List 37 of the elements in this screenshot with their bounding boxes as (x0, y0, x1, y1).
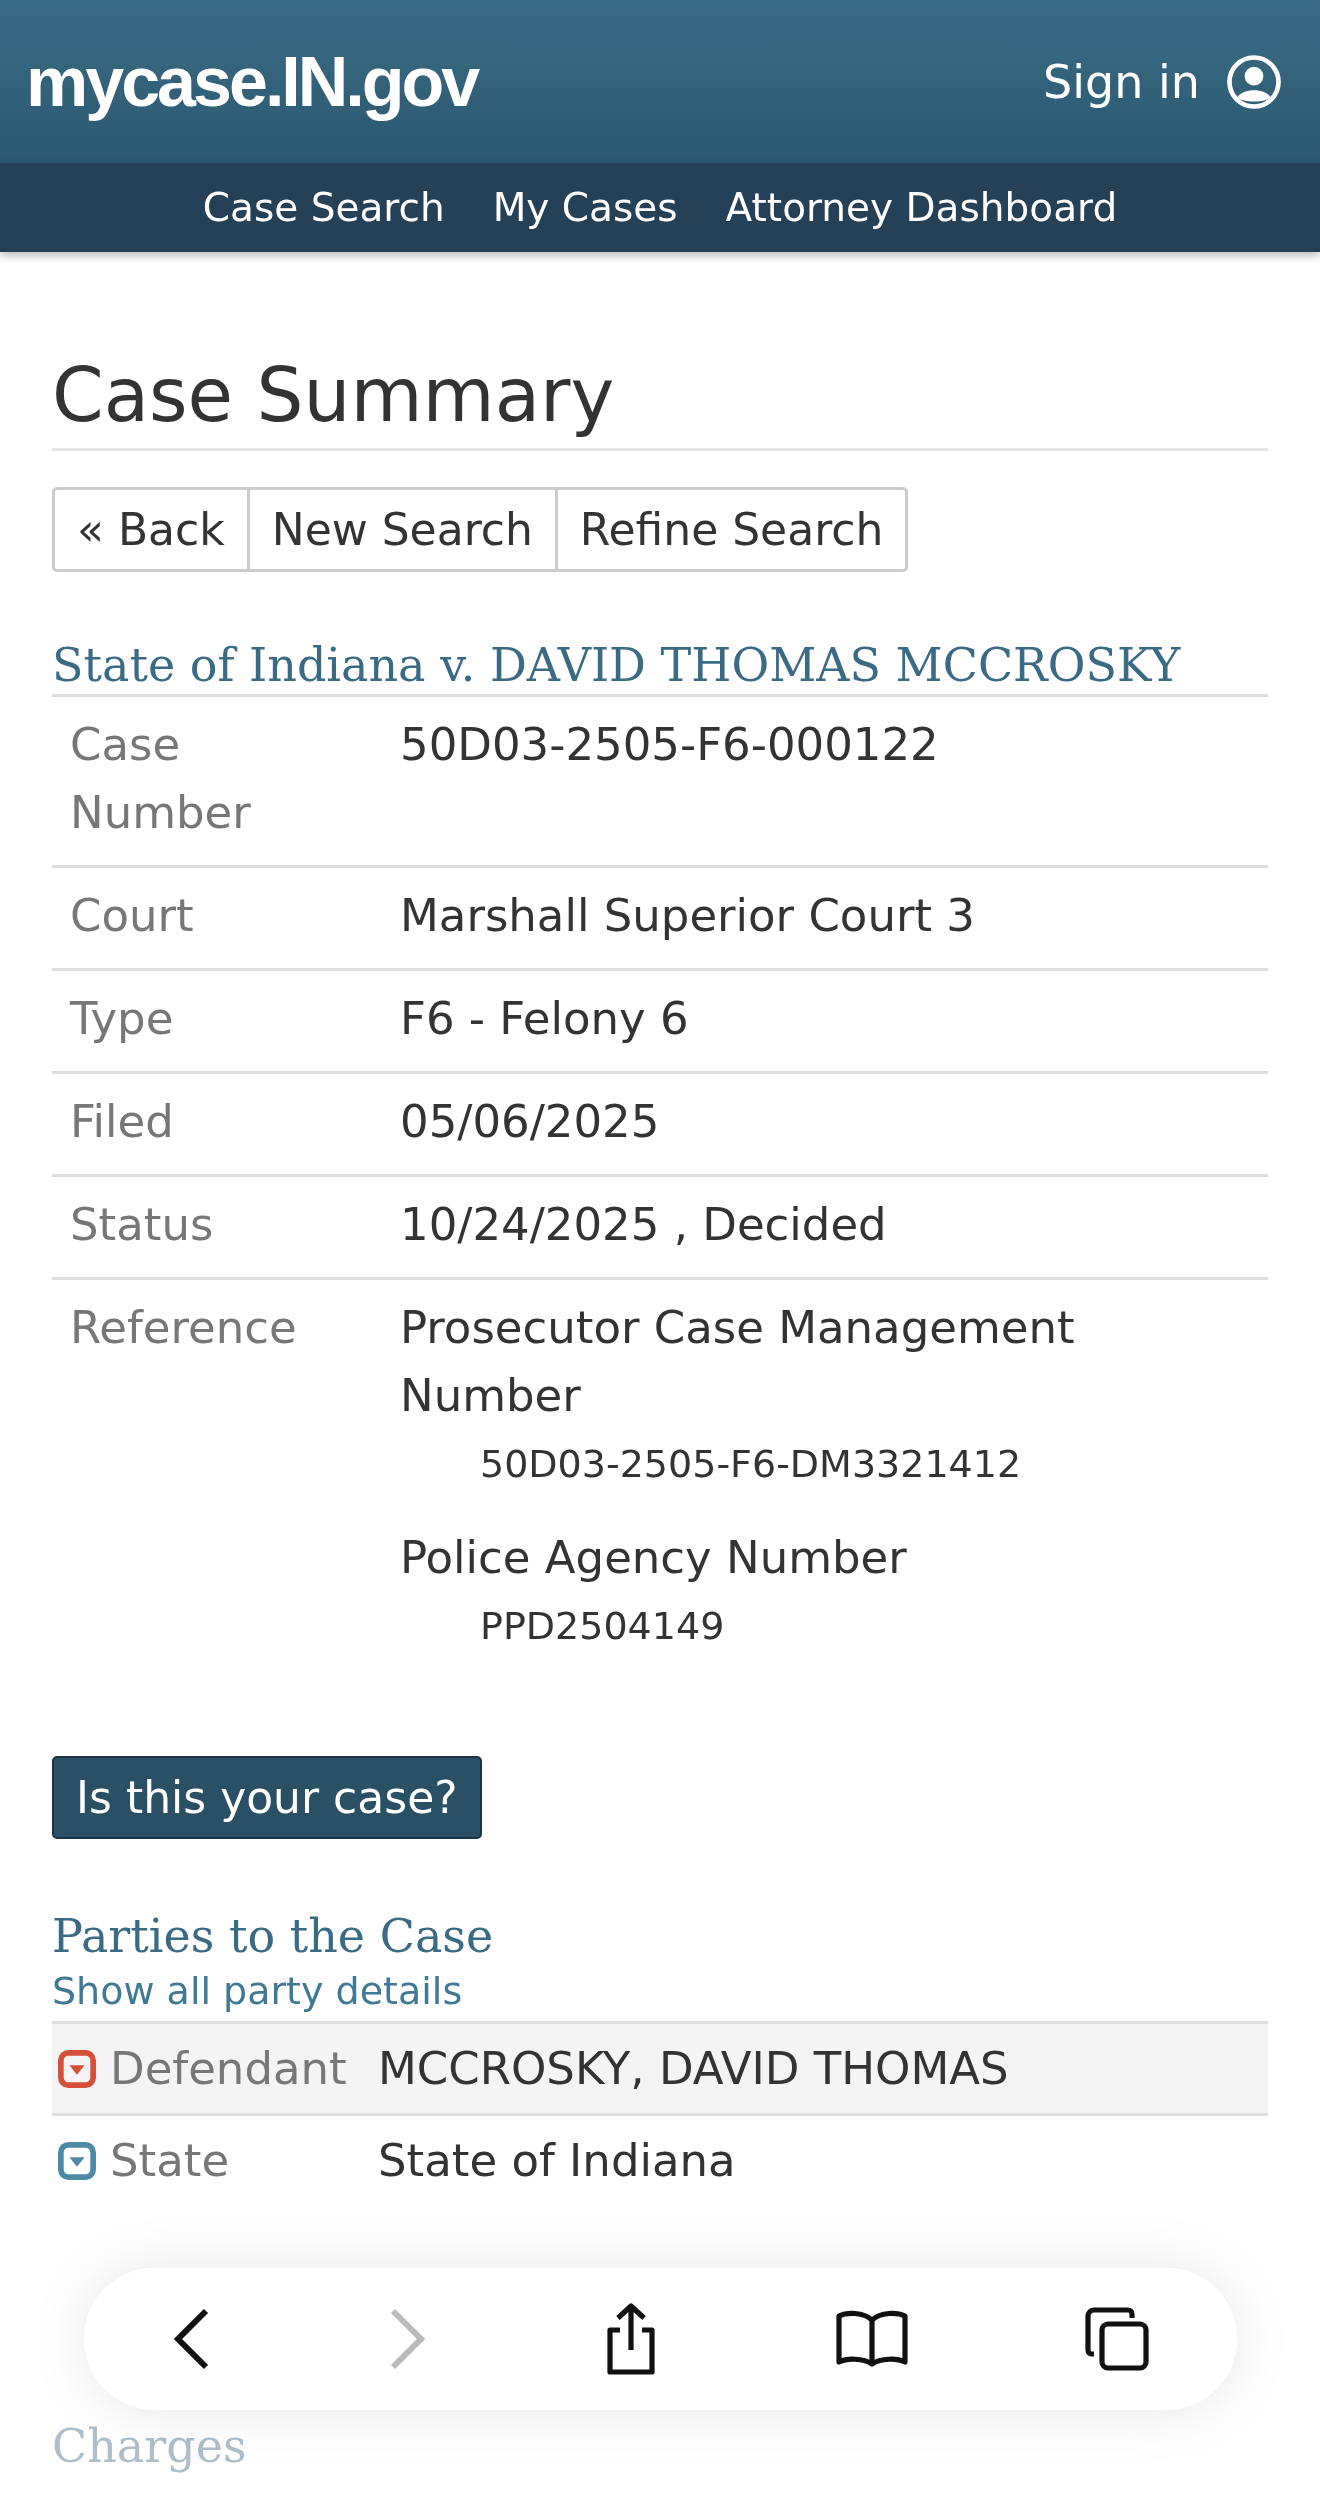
book-icon[interactable] (834, 2310, 909, 2368)
field-label: Filed (70, 1094, 175, 1150)
nav-link[interactable]: Attorney Dashboard (725, 185, 1118, 230)
dropdown-icon[interactable] (58, 2141, 96, 2180)
show-details-link[interactable]: Show all party details (52, 1969, 463, 2013)
nav-button[interactable]: « Back (52, 487, 250, 572)
sign-in-link[interactable]: Sign in (1043, 53, 1282, 110)
site-logo[interactable]: mycase.IN.gov (26, 41, 478, 122)
field-value: F6 - Felony 6 (400, 991, 690, 1047)
party-name: State of Indiana (378, 2134, 737, 2187)
section-heading: Parties to the Case (52, 1909, 495, 1963)
field-label: Court (70, 888, 195, 944)
dropdown-icon[interactable] (58, 2049, 96, 2088)
field-value: 05/06/2025 (400, 1094, 661, 1150)
claim-case-button[interactable]: Is this your case? (52, 1756, 482, 1839)
party-role: Defendant (110, 2042, 347, 2095)
field-value: Marshall Superior Court 3 (400, 888, 976, 944)
nav-link[interactable]: My Cases (492, 185, 678, 230)
field-label: Status (70, 1197, 215, 1253)
party-row[interactable]: Defendant MCCROSKY, DAVID THOMAS (52, 2024, 1268, 2116)
party-role: State (110, 2134, 230, 2187)
field-label: Type (70, 991, 175, 1047)
reference-number: PPD2504149 (479, 1603, 726, 1650)
user-icon (1226, 53, 1282, 110)
tabs-icon[interactable] (1083, 2306, 1150, 2372)
field-value: 50D03-2505-F6-000122 (400, 717, 940, 773)
reference-number: 50D03-2505-F6-DM3321412 (479, 1441, 1023, 1488)
reference-name: Prosecutor Case Management Number (400, 1300, 1076, 1424)
case-title: State of Indiana v. DAVID THOMAS MCCROSKY (52, 638, 1268, 697)
section-heading: Charges (52, 2419, 248, 2473)
field-value: 10/24/2025 , Decided (400, 1197, 888, 1253)
nav-link[interactable]: Case Search (202, 185, 445, 230)
party-name: MCCROSKY, DAVID THOMAS (378, 2042, 1010, 2095)
reference-name: Police Agency Number (400, 1530, 908, 1586)
field-label: Case Number (70, 717, 252, 841)
page-title: Case Summary (52, 352, 1268, 451)
field-label: Reference (70, 1300, 298, 1356)
